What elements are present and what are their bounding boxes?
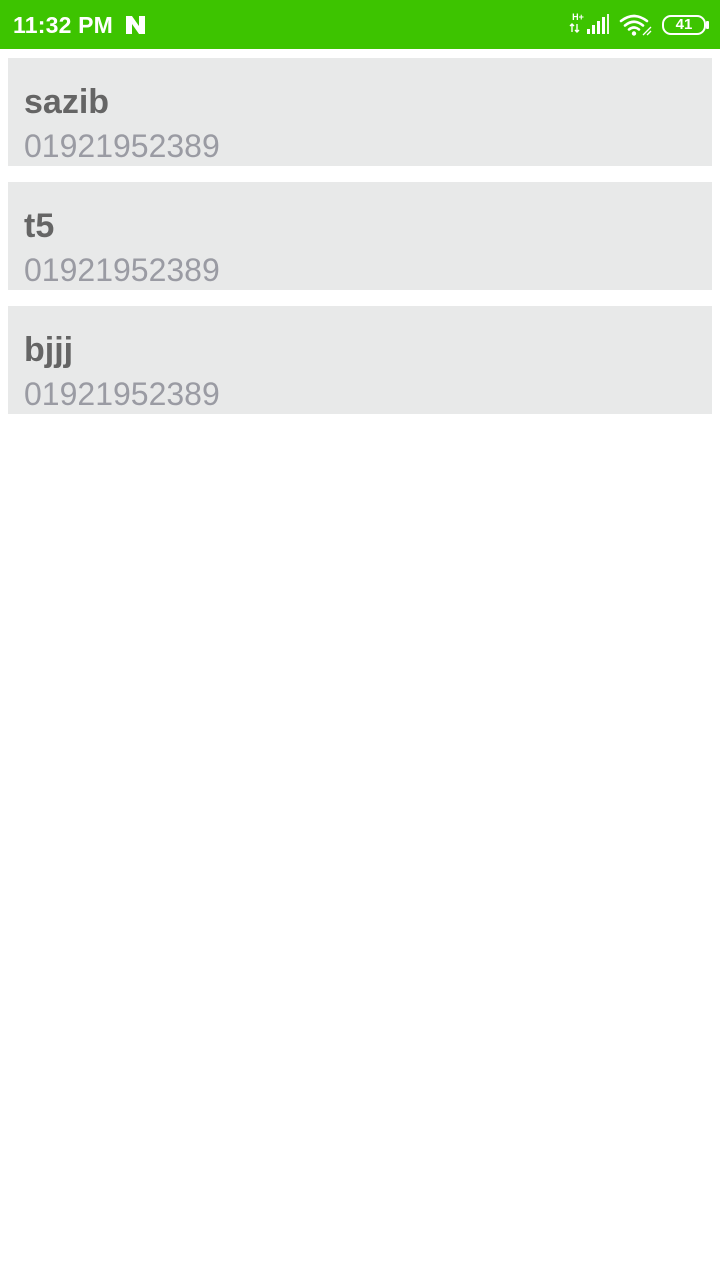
battery-level: 41 [675,16,693,33]
n-logo-icon [126,16,145,34]
contact-name: t5 [24,207,55,245]
contact-list: sazib 01921952389 t5 01921952389 bjjj 01… [8,58,712,430]
contact-card[interactable]: bjjj 01921952389 [8,306,712,414]
contact-phone: 01921952389 [24,128,220,164]
svg-text:H+: H+ [572,12,584,22]
contact-card[interactable]: sazib 01921952389 [8,58,712,166]
contact-name: sazib [24,83,110,121]
status-time: 11:32 PM [13,12,114,38]
contact-phone: 01921952389 [24,376,220,412]
status-bar: 11:32 PM H+ 41 [0,0,720,49]
signal-icon [587,14,609,34]
contact-card[interactable]: t5 01921952389 [8,182,712,290]
network-type-icon: H+ [569,12,584,33]
wifi-icon [619,14,652,36]
contact-name: bjjj [24,331,74,369]
contact-phone: 01921952389 [24,252,220,288]
